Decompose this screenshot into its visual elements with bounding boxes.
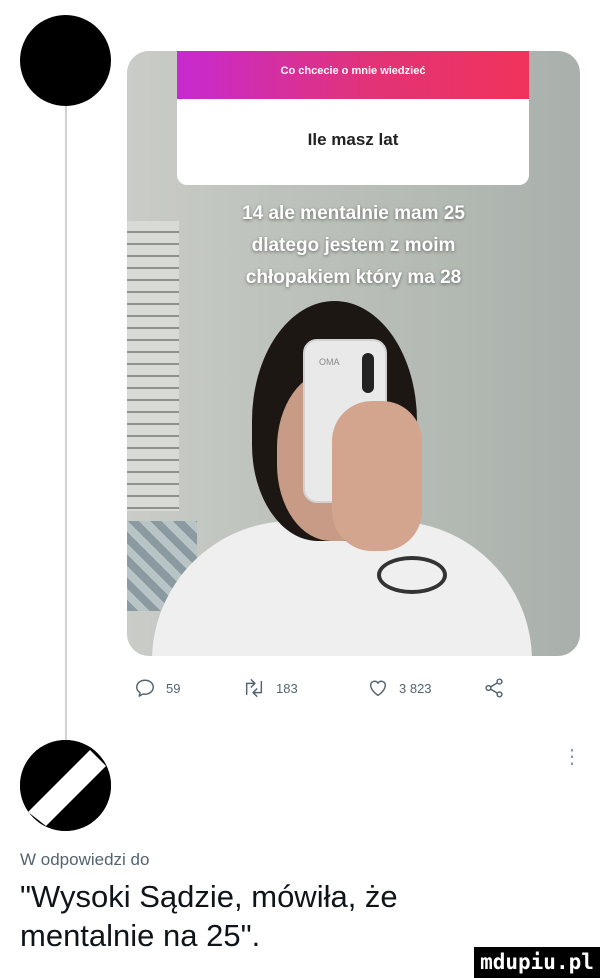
question-header: Co chcecie o mnie wiedzieć <box>177 51 529 99</box>
post-actions: 59 183 3 823 <box>127 677 517 701</box>
like-count: 3 823 <box>399 680 432 696</box>
phone-camera <box>362 353 374 393</box>
reply-author-avatar[interactable] <box>20 740 111 831</box>
hoodie <box>152 521 532 656</box>
answer-line: dlatego jestem z moim <box>251 235 456 256</box>
reply-text: "Wysoki Sądzie, mówiła, że mentalnie na … <box>20 879 398 953</box>
bracelet <box>377 556 447 594</box>
reply-button[interactable]: 59 <box>134 677 180 699</box>
replying-to-label: W odpowiedzi do <box>20 850 150 869</box>
hand <box>332 401 422 551</box>
retweet-button[interactable]: 183 <box>242 677 298 699</box>
share-button[interactable] <box>483 677 505 699</box>
reply-count: 59 <box>166 680 181 696</box>
answer-text: 14 ale mentalnie mam 25 dlatego jestem z… <box>127 198 580 294</box>
like-button[interactable]: 3 823 <box>367 677 432 699</box>
like-icon <box>367 677 389 699</box>
author-avatar[interactable] <box>20 15 111 106</box>
answer-line: 14 ale mentalnie mam 25 <box>242 203 465 224</box>
more-icon[interactable]: ⋮ <box>562 747 582 767</box>
post-image[interactable]: OMA Co chcecie o mnie wiedzieć Ile masz … <box>127 51 580 656</box>
thread-line <box>65 106 67 740</box>
site-watermark: mdupiu.pl <box>474 947 600 978</box>
avatar-stripe-graphic <box>20 740 111 831</box>
reply-icon <box>134 677 156 699</box>
question-sticker: Co chcecie o mnie wiedzieć Ile masz lat <box>177 51 529 185</box>
retweet-icon <box>242 677 266 699</box>
answer-line: chłopakiem który ma 28 <box>245 267 462 288</box>
question-text: Ile masz lat <box>307 130 399 149</box>
retweet-count: 183 <box>276 680 298 696</box>
share-icon <box>483 677 505 699</box>
phone-case-text: OMA <box>319 357 340 367</box>
